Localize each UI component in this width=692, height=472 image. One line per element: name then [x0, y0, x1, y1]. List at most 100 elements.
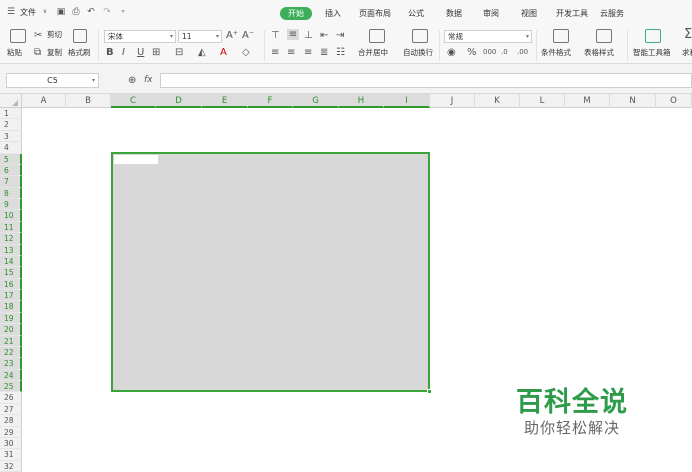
row-header-8[interactable]: 8	[0, 187, 22, 199]
tab-review[interactable]: 审阅	[480, 7, 502, 20]
increase-decimal-icon[interactable]: .0	[501, 47, 508, 58]
column-header-o[interactable]: O	[656, 94, 692, 108]
tab-cloud-service[interactable]: 云服务	[597, 7, 627, 20]
row-header-12[interactable]: 12	[0, 233, 22, 245]
sum-button[interactable]: 求和	[682, 48, 692, 58]
row-header-13[interactable]: 13	[0, 244, 22, 256]
row-header-31[interactable]: 31	[0, 449, 22, 461]
column-header-i[interactable]: I	[384, 94, 430, 108]
name-box[interactable]: C5 ▾	[6, 73, 99, 88]
indent-increase-icon[interactable]: ⇥	[336, 30, 344, 41]
row-header-7[interactable]: 7	[0, 176, 22, 188]
row-header-10[interactable]: 10	[0, 210, 22, 222]
copy-button[interactable]: 复制	[47, 48, 62, 58]
active-cell[interactable]	[114, 155, 158, 164]
increase-font-icon[interactable]: A⁺	[226, 30, 238, 41]
chevron-down-icon[interactable]: ∨	[40, 7, 50, 17]
tab-data[interactable]: 数据	[443, 7, 465, 20]
border-icon[interactable]: ⊞	[152, 47, 160, 58]
column-header-a[interactable]: A	[22, 94, 66, 108]
column-header-c[interactable]: C	[111, 94, 156, 108]
align-bottom-icon[interactable]: ⊥	[304, 30, 313, 41]
column-header-b[interactable]: B	[66, 94, 111, 108]
row-header-2[interactable]: 2	[0, 119, 22, 131]
row-header-15[interactable]: 15	[0, 267, 22, 279]
conditional-format-button[interactable]: 条件格式	[541, 48, 571, 58]
row-header-6[interactable]: 6	[0, 164, 22, 177]
merge-style-icon[interactable]: ⊟	[175, 47, 183, 58]
row-header-19[interactable]: 19	[0, 312, 22, 325]
row-header-5[interactable]: 5	[0, 153, 22, 165]
column-header-l[interactable]: L	[520, 94, 565, 108]
row-header-30[interactable]: 30	[0, 438, 22, 450]
font-color-icon[interactable]: A	[220, 47, 227, 58]
column-header-h[interactable]: H	[339, 94, 384, 108]
tab-insert[interactable]: 插入	[322, 7, 344, 20]
copy-icon[interactable]: ⧉	[34, 47, 41, 58]
select-all-button[interactable]	[0, 94, 22, 108]
number-format-select[interactable]: 常规 ▾	[444, 30, 532, 43]
tab-page-layout[interactable]: 页面布局	[356, 7, 394, 20]
fill-handle[interactable]	[427, 389, 432, 394]
underline-icon[interactable]: U	[137, 47, 144, 58]
column-header-g[interactable]: G	[293, 94, 339, 108]
align-left-icon[interactable]: ≡	[271, 47, 279, 58]
column-header-j[interactable]: J	[430, 94, 475, 108]
sum-icon[interactable]: Σ	[684, 28, 692, 41]
smart-toolbox-button[interactable]: 智能工具箱	[633, 48, 671, 58]
align-middle-icon[interactable]: ≡	[287, 29, 299, 40]
row-header-4[interactable]: 4	[0, 142, 22, 154]
row-header-24[interactable]: 24	[0, 369, 22, 381]
row-header-22[interactable]: 22	[0, 346, 22, 359]
row-header-26[interactable]: 26	[0, 392, 22, 404]
undo-icon[interactable]: ↶	[86, 7, 96, 17]
row-header-9[interactable]: 9	[0, 199, 22, 211]
decrease-font-icon[interactable]: A⁻	[242, 30, 254, 41]
row-header-17[interactable]: 17	[0, 290, 22, 302]
fill-color-icon[interactable]: ◭	[198, 47, 206, 58]
font-name-select[interactable]: 宋体 ▾	[104, 30, 176, 43]
hamburger-icon[interactable]: ☰	[6, 7, 16, 17]
indent-decrease-icon[interactable]: ⇤	[320, 30, 328, 41]
row-header-3[interactable]: 3	[0, 131, 22, 143]
merge-center-icon[interactable]	[369, 29, 385, 43]
row-header-29[interactable]: 29	[0, 427, 22, 438]
row-header-27[interactable]: 27	[0, 404, 22, 416]
row-header-28[interactable]: 28	[0, 415, 22, 427]
save-icon[interactable]: ▣	[56, 7, 66, 17]
align-right-icon[interactable]: ≡	[304, 47, 312, 58]
table-style-button[interactable]: 表格样式	[584, 48, 614, 58]
selected-range[interactable]	[111, 152, 432, 394]
justify-icon[interactable]: ≣	[320, 47, 328, 58]
row-header-16[interactable]: 16	[0, 278, 22, 290]
print-icon[interactable]: ⎙	[71, 7, 81, 17]
column-header-e[interactable]: E	[202, 94, 248, 108]
row-header-25[interactable]: 25	[0, 381, 22, 393]
bold-icon[interactable]: B	[106, 47, 114, 58]
align-center-icon[interactable]: ≡	[287, 47, 295, 58]
file-menu[interactable]: 文件	[20, 6, 36, 20]
smart-toolbox-icon[interactable]	[645, 29, 661, 43]
scissors-icon[interactable]: ✂	[34, 30, 42, 41]
decrease-decimal-icon[interactable]: .00	[517, 47, 528, 58]
fx-icon[interactable]: fx	[144, 75, 153, 86]
column-header-d[interactable]: D	[156, 94, 202, 108]
redo-icon[interactable]: ↷	[102, 7, 112, 17]
format-painter-button[interactable]: 格式刷	[68, 48, 91, 58]
row-header-23[interactable]: 23	[0, 358, 22, 370]
tab-developer[interactable]: 开发工具	[553, 7, 591, 20]
tab-formulas[interactable]: 公式	[405, 7, 427, 20]
format-painter-icon[interactable]	[73, 29, 87, 43]
row-header-1[interactable]: 1	[0, 108, 22, 120]
paste-button[interactable]: 粘贴	[7, 48, 22, 58]
row-header-20[interactable]: 20	[0, 324, 22, 336]
distribute-icon[interactable]: ☷	[336, 47, 345, 58]
wrap-text-icon[interactable]	[412, 29, 428, 43]
row-header-21[interactable]: 21	[0, 335, 22, 347]
row-header-14[interactable]: 14	[0, 255, 22, 268]
tab-home[interactable]: 开始	[280, 7, 312, 20]
column-header-n[interactable]: N	[610, 94, 656, 108]
conditional-format-icon[interactable]	[553, 29, 569, 43]
percent-icon[interactable]: %	[467, 47, 477, 58]
merge-center-button[interactable]: 合并居中	[358, 48, 388, 58]
